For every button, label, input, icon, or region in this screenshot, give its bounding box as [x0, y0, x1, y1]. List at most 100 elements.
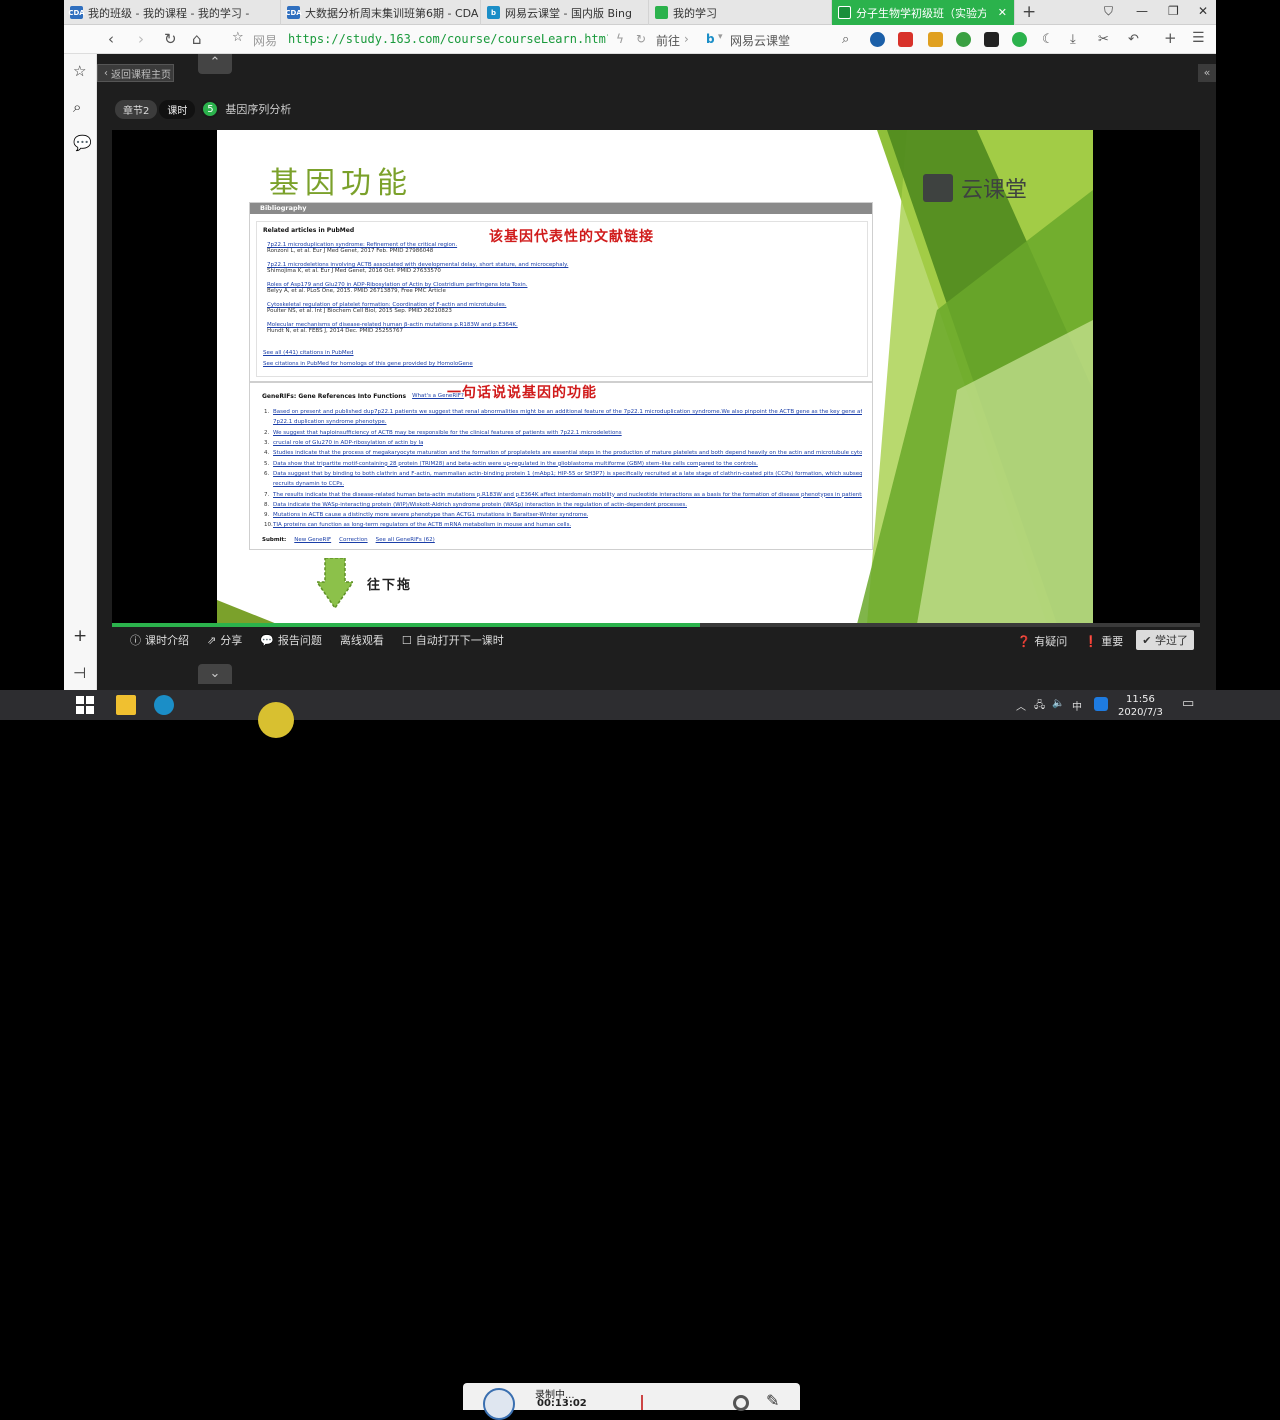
- star-icon[interactable]: ☆: [232, 30, 244, 45]
- url-input[interactable]: https://study.163.com/course/courseLearn…: [288, 32, 608, 46]
- generif-link[interactable]: Studies indicate that the process of meg…: [273, 450, 862, 456]
- volume-icon[interactable]: 🔈: [1052, 698, 1064, 709]
- left-pillarbox: [0, 0, 64, 690]
- minimize-icon[interactable]: —: [1136, 4, 1148, 18]
- download-icon[interactable]: ⤓: [1070, 32, 1076, 47]
- generif-item: 3. crucial role of Glu270 in ADP-ribosyla…: [264, 438, 862, 448]
- generif-link[interactable]: Based on present and published dup7p22.1…: [273, 409, 862, 415]
- report-button[interactable]: 💬 报告问题: [260, 632, 322, 648]
- chevron-left-icon: ‹: [104, 67, 108, 79]
- lesson-title: 基因序列分析: [225, 103, 292, 116]
- reload-icon[interactable]: ↻: [164, 30, 177, 48]
- generif-link[interactable]: The results indicate that the disease-re…: [273, 492, 862, 498]
- search-icon[interactable]: ⌕: [842, 32, 849, 47]
- pause-icon[interactable]: [483, 1388, 515, 1420]
- tab-molecular-biology[interactable]: 分子生物学初级班（实验方案 ✕: [832, 0, 1015, 25]
- tab-my-class[interactable]: CDA 我的班级 - 我的课程 - 我的学习 -: [64, 0, 281, 25]
- generif-link[interactable]: Data suggest that by binding to both cla…: [273, 471, 862, 477]
- windows-start-icon[interactable]: [76, 696, 94, 714]
- ext-red-icon[interactable]: [898, 32, 913, 47]
- moon-icon[interactable]: ☾: [1042, 32, 1054, 47]
- lesson-chip[interactable]: 课时: [159, 99, 196, 119]
- question-button[interactable]: ❓ 有疑问: [1017, 633, 1067, 649]
- undo-icon[interactable]: ↶: [1128, 32, 1139, 47]
- lesson-number-badge: 5: [201, 100, 220, 118]
- ext-bell-icon[interactable]: [928, 32, 943, 47]
- generif-link[interactable]: Data show that tripartite motif-containi…: [273, 461, 758, 467]
- refresh-small-icon[interactable]: ↻: [636, 32, 646, 46]
- wechat-icon[interactable]: [956, 32, 971, 47]
- system-clock[interactable]: 11:56 2020/7/3: [1118, 693, 1163, 719]
- sidebar-collapse-icon[interactable]: ⊣: [73, 664, 86, 682]
- back-to-course-button[interactable]: ‹ 返回课程主页: [97, 64, 174, 82]
- video-player[interactable]: 基因功能 云课堂 Bibliography Related articles i…: [112, 130, 1200, 624]
- see-all-citations-link[interactable]: See all (441) citations in PubMed: [263, 350, 354, 356]
- new-generif-link[interactable]: New GeneRIF: [294, 537, 331, 543]
- file-explorer-icon[interactable]: [116, 695, 136, 715]
- bing-search-icon[interactable]: b: [706, 32, 715, 46]
- tray-chevron-icon[interactable]: ︿: [1016, 698, 1026, 713]
- yunketang-logo: 云课堂: [923, 172, 1027, 204]
- chevron-down-icon[interactable]: ▾: [718, 32, 723, 42]
- generif-link[interactable]: Data indicate the WASp-interacting prote…: [273, 502, 687, 508]
- tab-bing-search[interactable]: b 网易云课堂 - 国内版 Bing: [481, 0, 649, 25]
- article-list: 7p22.1 microduplication syndrome: Refine…: [267, 242, 568, 342]
- goto-button[interactable]: 前往: [656, 32, 680, 49]
- ime-indicator[interactable]: 中: [1072, 698, 1082, 713]
- lightning-icon[interactable]: ϟ: [616, 32, 624, 46]
- add-icon[interactable]: +: [1164, 29, 1177, 47]
- back-icon[interactable]: ‹: [108, 30, 114, 48]
- autoplay-checkbox[interactable]: ☐ 自动打开下一课时: [402, 632, 504, 648]
- report-label: 报告问题: [277, 634, 322, 647]
- favorites-star-icon[interactable]: ☆: [73, 62, 86, 80]
- search-engine-label[interactable]: 网易云课堂: [730, 32, 790, 49]
- cda-icon: CDA: [285, 6, 302, 19]
- generif-link[interactable]: We suggest that haploinsufficiency of AC…: [273, 430, 622, 436]
- generif-link[interactable]: Mutations in ACTB cause a distinctly mor…: [273, 512, 588, 518]
- tshirt-icon[interactable]: ⛉: [1104, 4, 1113, 19]
- sidebar-add-icon[interactable]: +: [73, 626, 87, 646]
- correction-link[interactable]: Correction: [339, 537, 367, 543]
- lesson-intro-button[interactable]: ⓘ 课时介绍: [130, 632, 189, 648]
- menu-icon[interactable]: ☰: [1192, 30, 1205, 46]
- see-all-generifs-link[interactable]: See all GeneRIFs (62): [376, 537, 435, 543]
- learned-button[interactable]: ✔ 学过了: [1136, 630, 1194, 650]
- sidebar-search-icon[interactable]: ⌕: [73, 98, 81, 116]
- home-icon[interactable]: ⌂: [192, 30, 202, 48]
- restore-icon[interactable]: ❐: [1168, 4, 1179, 18]
- tab-my-study[interactable]: 我的学习: [649, 0, 832, 25]
- forward-icon[interactable]: ›: [138, 30, 144, 48]
- recording-time: 00:13:02: [537, 1398, 587, 1409]
- chevron-up-icon[interactable]: ⌃: [198, 54, 232, 74]
- taskbar: 录制中... 00:13:02 ✎ ︿ 🖧 🔈 中 11:56 2020/7/3…: [0, 690, 1280, 1420]
- share-button[interactable]: ⇗ 分享: [207, 632, 242, 648]
- pen-icon[interactable]: ✎: [766, 1391, 779, 1410]
- collapse-panel-icon[interactable]: «: [1198, 64, 1216, 82]
- network-icon[interactable]: 🖧: [1034, 698, 1045, 715]
- chat-icon[interactable]: 💬: [73, 134, 92, 152]
- generif-link[interactable]: crucial role of Glu270 in ADP-ribosylati…: [273, 440, 423, 446]
- chapter-chip[interactable]: 章节2: [115, 99, 158, 119]
- generif-link[interactable]: TIA proteins can function as long-term r…: [273, 522, 571, 528]
- intro-label: 课时介绍: [145, 634, 189, 647]
- offline-button[interactable]: 离线观看: [340, 632, 384, 648]
- chevron-down-icon[interactable]: ⌄: [198, 664, 232, 684]
- qq-tray-icon[interactable]: [1094, 697, 1108, 711]
- close-icon[interactable]: ✕: [998, 6, 1007, 19]
- tab-bigdata-class[interactable]: CDA 大数据分析周末集训班第6期 - CDA: [281, 0, 481, 25]
- generif-link[interactable]: recruits dynamin to CCPs.: [273, 481, 344, 487]
- tab-bar: CDA 我的班级 - 我的课程 - 我的学习 - CDA 大数据分析周末集训班第…: [64, 0, 1216, 25]
- generif-heading: GeneRIFs: Gene References Into Functions: [262, 393, 407, 400]
- globe-icon[interactable]: [870, 32, 885, 47]
- new-tab-icon[interactable]: +: [1022, 2, 1036, 22]
- notification-icon[interactable]: ▭: [1182, 696, 1202, 716]
- important-button[interactable]: ❗ 重要: [1084, 633, 1123, 649]
- ext-green-icon[interactable]: [1012, 32, 1027, 47]
- browser-taskbar-icon[interactable]: [154, 695, 174, 715]
- scissors-icon[interactable]: ✂: [1098, 32, 1109, 47]
- generif-link[interactable]: 7p22.1 duplication syndrome phenotype.: [273, 419, 387, 425]
- window-close-icon[interactable]: ✕: [1198, 4, 1208, 18]
- camera-icon[interactable]: [733, 1395, 749, 1411]
- see-homolog-link[interactable]: See citations in PubMed for homologs of …: [263, 361, 473, 367]
- terminal-icon[interactable]: [984, 32, 999, 47]
